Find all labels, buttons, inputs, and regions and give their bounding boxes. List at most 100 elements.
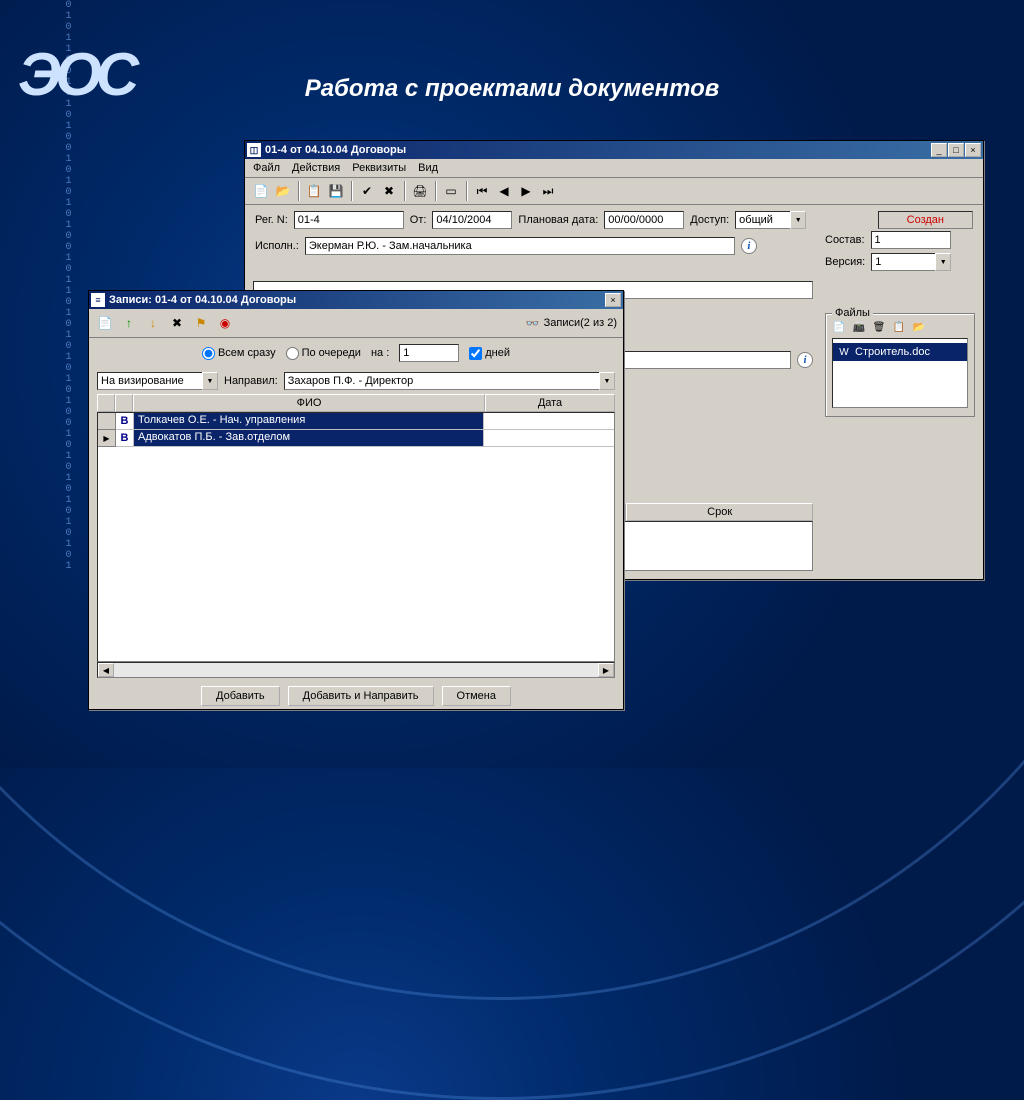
radio-queue[interactable]: По очереди: [286, 347, 361, 360]
col-marker[interactable]: [97, 394, 115, 412]
combo-access[interactable]: ▼: [735, 211, 806, 229]
file-del-icon[interactable]: 🗑: [872, 320, 886, 334]
main-toolbar: 📄 📂 📋 💾 ✔ ✖ 🖨 ▭ ⏮ ◀ ▶ ⏭: [245, 178, 983, 205]
open-icon[interactable]: 📂: [273, 181, 293, 201]
cancel-button[interactable]: Отмена: [442, 686, 511, 706]
flag-icon[interactable]: ⚑: [191, 313, 211, 333]
minimize-button[interactable]: _: [931, 143, 947, 157]
grid-header: ФИО Дата: [97, 394, 615, 412]
dialog-title: Записи: 01-4 от 04.10.04 Договоры: [109, 294, 296, 306]
records-count: Записи(2 из 2): [544, 317, 617, 329]
radio-all[interactable]: Всем сразу: [202, 347, 276, 360]
row-date: [484, 413, 614, 430]
menu-actions[interactable]: Действия: [292, 162, 340, 174]
combo-version-input[interactable]: [871, 253, 935, 271]
col-type[interactable]: [115, 394, 133, 412]
new-record-icon[interactable]: 📄: [95, 313, 115, 333]
combo-routetype-input[interactable]: [97, 372, 202, 390]
input-ot[interactable]: [432, 211, 512, 229]
combo-version[interactable]: ▼: [871, 253, 951, 271]
grid-body[interactable]: В Толкачев О.Е. - Нач. управления ▶ В Ад…: [97, 412, 615, 662]
file-scan-icon[interactable]: 📠: [852, 320, 866, 334]
word-doc-icon: W: [837, 345, 851, 359]
menu-view[interactable]: Вид: [418, 162, 438, 174]
close-button[interactable]: ×: [605, 293, 621, 307]
print-icon[interactable]: 🖨: [410, 181, 430, 201]
label-na: на :: [371, 347, 389, 359]
scroll-right-icon[interactable]: ▶: [598, 663, 614, 677]
check-days[interactable]: дней: [469, 347, 510, 360]
nav-next-icon[interactable]: ▶: [516, 181, 536, 201]
combo-director[interactable]: ▼: [284, 372, 615, 390]
check-icon[interactable]: ✔: [357, 181, 377, 201]
file-item[interactable]: W Строитель.doc: [833, 343, 967, 361]
row-type: В: [116, 413, 134, 430]
dialog-titlebar[interactable]: ≡ Записи: 01-4 от 04.10.04 Договоры ×: [89, 291, 623, 309]
file-copy-icon[interactable]: 📋: [892, 320, 906, 334]
main-titlebar[interactable]: ◫ 01-4 от 04.10.04 Договоры _ □ ×: [245, 141, 983, 159]
input-plandate[interactable]: [604, 211, 684, 229]
table-row[interactable]: В Толкачев О.Е. - Нач. управления: [98, 413, 614, 430]
input-ispoln[interactable]: [305, 237, 735, 255]
row-marker-current: ▶: [98, 430, 116, 447]
add-send-button[interactable]: Добавить и Направить: [288, 686, 434, 706]
stamp-icon[interactable]: ◉: [215, 313, 235, 333]
info-icon[interactable]: i: [741, 238, 757, 254]
dialog-button-row: Добавить Добавить и Направить Отмена: [89, 678, 623, 714]
row-date: [484, 430, 614, 447]
nav-first-icon[interactable]: ⏮: [472, 181, 492, 201]
save-icon[interactable]: 💾: [326, 181, 346, 201]
menu-file[interactable]: Файл: [253, 162, 280, 174]
delete-record-icon[interactable]: ✖: [167, 313, 187, 333]
menubar: Файл Действия Реквизиты Вид: [245, 159, 983, 178]
combo-director-input[interactable]: [284, 372, 599, 390]
horizontal-scrollbar[interactable]: ◀ ▶: [97, 662, 615, 678]
nav-last-icon[interactable]: ⏭: [538, 181, 558, 201]
dialog-icon: ≡: [91, 293, 105, 307]
nav-prev-icon[interactable]: ◀: [494, 181, 514, 201]
new-icon[interactable]: 📄: [251, 181, 271, 201]
label-access: Доступ:: [690, 214, 729, 226]
files-group: Файлы 📄 📠 🗑 📋 📂 W Строитель.doc: [825, 313, 975, 417]
input-sostav[interactable]: [871, 231, 951, 249]
add-button[interactable]: Добавить: [201, 686, 280, 706]
decor-binary: 0101100101010010101010010110101010101001…: [60, 0, 74, 768]
arrow-down-icon[interactable]: ↓: [143, 313, 163, 333]
input-regn[interactable]: [294, 211, 404, 229]
arrow-up-icon[interactable]: ↑: [119, 313, 139, 333]
delete-icon[interactable]: ✖: [379, 181, 399, 201]
combo-routetype[interactable]: ▼: [97, 372, 218, 390]
file-open-icon[interactable]: 📂: [912, 320, 926, 334]
combo-access-input[interactable]: [735, 211, 790, 229]
option-row: Всем сразу По очереди на : дней: [89, 338, 623, 368]
label-plandate: Плановая дата:: [518, 214, 598, 226]
table-row[interactable]: ▶ В Адвокатов П.Б. - Зав.отделом: [98, 430, 614, 447]
copy-icon[interactable]: 📋: [304, 181, 324, 201]
chevron-down-icon[interactable]: ▼: [790, 211, 806, 229]
info-icon[interactable]: i: [797, 352, 813, 368]
label-version: Версия:: [825, 256, 865, 268]
chevron-down-icon[interactable]: ▼: [599, 372, 615, 390]
menu-props[interactable]: Реквизиты: [352, 162, 406, 174]
view-icon[interactable]: ▭: [441, 181, 461, 201]
file-name: Строитель.doc: [855, 346, 930, 358]
label-regn: Рег. N:: [255, 214, 288, 226]
scroll-track[interactable]: [114, 663, 598, 677]
close-button[interactable]: ×: [965, 143, 981, 157]
col-fio[interactable]: ФИО: [133, 394, 485, 412]
col-date[interactable]: Дата: [485, 394, 615, 412]
label-napravil: Направил:: [224, 375, 278, 387]
slide-title: Работа с проектами документов: [0, 75, 1024, 103]
main-title: 01-4 от 04.10.04 Договоры: [265, 144, 406, 156]
maximize-button[interactable]: □: [948, 143, 964, 157]
scroll-left-icon[interactable]: ◀: [98, 663, 114, 677]
chevron-down-icon[interactable]: ▼: [935, 253, 951, 271]
app-icon: ◫: [247, 143, 261, 157]
row-type: В: [116, 430, 134, 447]
col-due[interactable]: Срок: [626, 503, 813, 521]
dialog-toolbar: 📄 ↑ ↓ ✖ ⚑ ◉ 👓 Записи(2 из 2): [89, 309, 623, 338]
file-add-icon[interactable]: 📄: [832, 320, 846, 334]
chevron-down-icon[interactable]: ▼: [202, 372, 218, 390]
right-panel: Состав: Версия: ▼ Файлы 📄 📠 🗑 📋 📂 W: [825, 229, 975, 425]
input-na[interactable]: [399, 344, 459, 362]
